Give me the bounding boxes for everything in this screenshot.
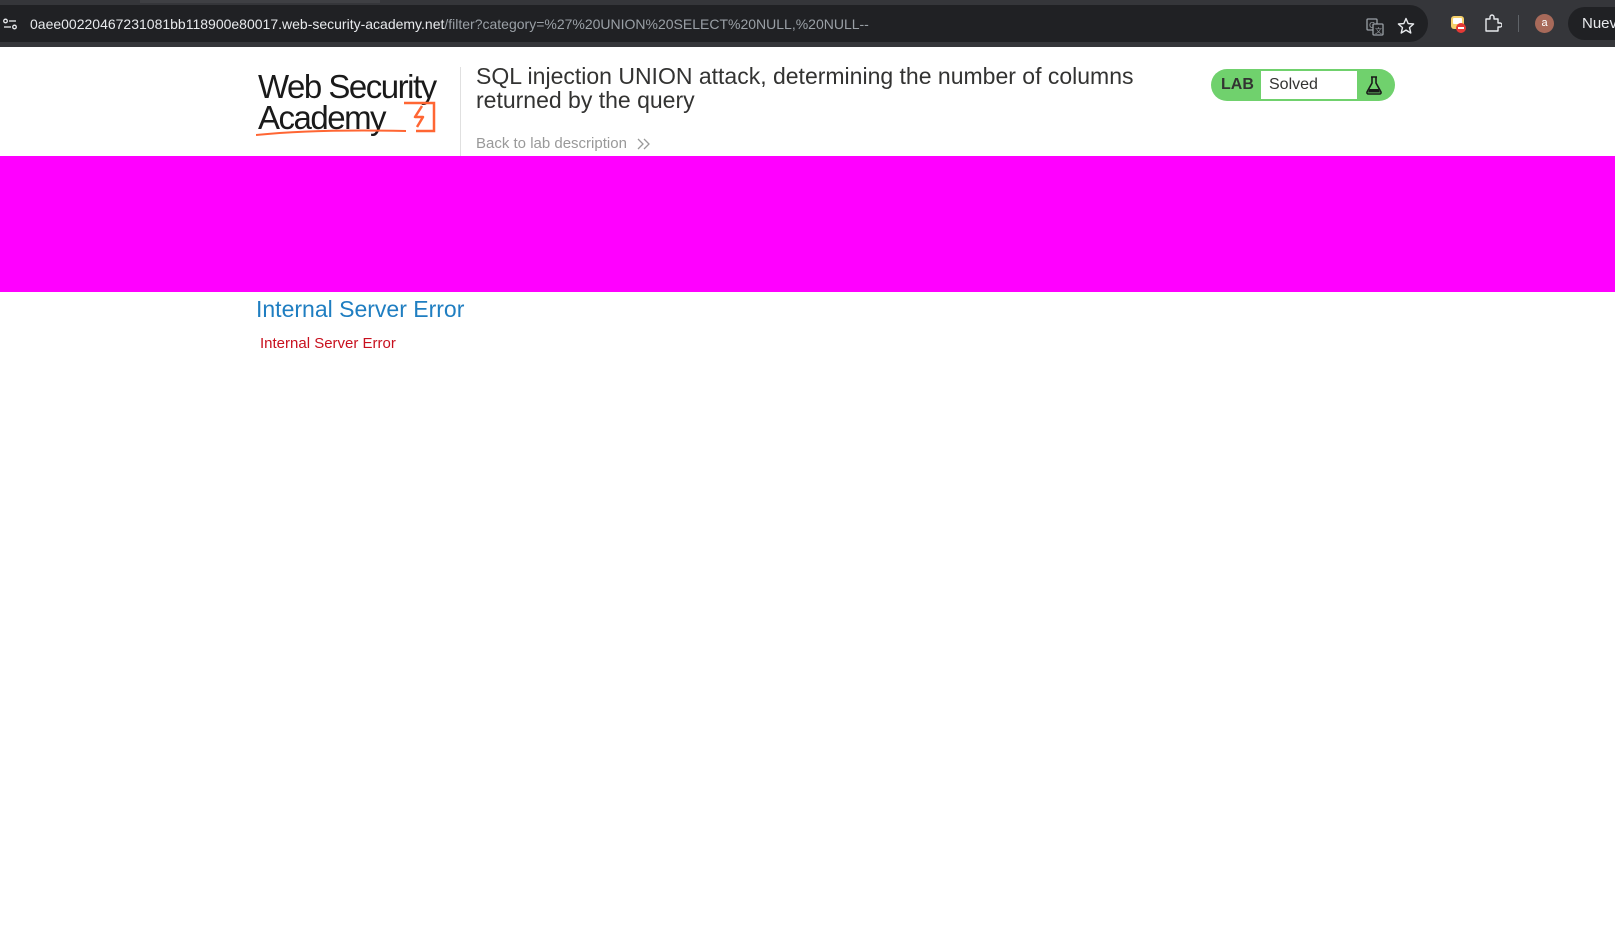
- profile-chip[interactable]: Nuev: [1568, 7, 1615, 40]
- lab-title: SQL injection UNION attack, determining …: [476, 63, 1134, 113]
- url-path: /filter?category=%27%20UNION%20SELECT%20…: [444, 16, 869, 32]
- puzzle-icon[interactable]: [1484, 14, 1502, 32]
- error-message: Internal Server Error: [260, 335, 396, 352]
- flask-icon: [1366, 76, 1382, 95]
- avatar[interactable]: a: [1535, 14, 1554, 33]
- url-text[interactable]: 0aee00220467231081bb118900e80017.web-sec…: [30, 15, 869, 33]
- address-bar[interactable]: 0aee00220467231081bb118900e80017.web-sec…: [0, 5, 1428, 42]
- header-divider: [460, 67, 461, 156]
- tab-strip: [140, 0, 380, 3]
- double-chevron-right-icon: [637, 138, 651, 150]
- lab-header: Web Security Academy SQL injection UNION…: [0, 47, 1615, 156]
- url-host: 0aee00220467231081bb118900e80017.web-sec…: [30, 16, 445, 32]
- star-icon[interactable]: [1397, 17, 1415, 35]
- translate-icon[interactable]: G 文: [1366, 18, 1384, 36]
- extension-blocker-icon[interactable]: [1448, 13, 1470, 35]
- lab-status-label: LAB: [1221, 76, 1254, 93]
- error-heading: Internal Server Error: [256, 296, 465, 322]
- toolbar-separator: [1518, 15, 1519, 32]
- svg-text:文: 文: [1375, 26, 1382, 35]
- back-to-lab-description-link[interactable]: Back to lab description: [476, 135, 651, 152]
- back-link-label: Back to lab description: [476, 135, 627, 152]
- lab-banner: [0, 156, 1615, 292]
- site-info-icon[interactable]: [3, 18, 17, 30]
- lab-status-widget: LAB Solved: [1211, 69, 1395, 101]
- browser-toolbar: 0aee00220467231081bb118900e80017.web-sec…: [0, 0, 1615, 47]
- lab-status-value: Solved: [1261, 71, 1357, 99]
- web-security-academy-logo[interactable]: Web Security Academy: [256, 65, 456, 141]
